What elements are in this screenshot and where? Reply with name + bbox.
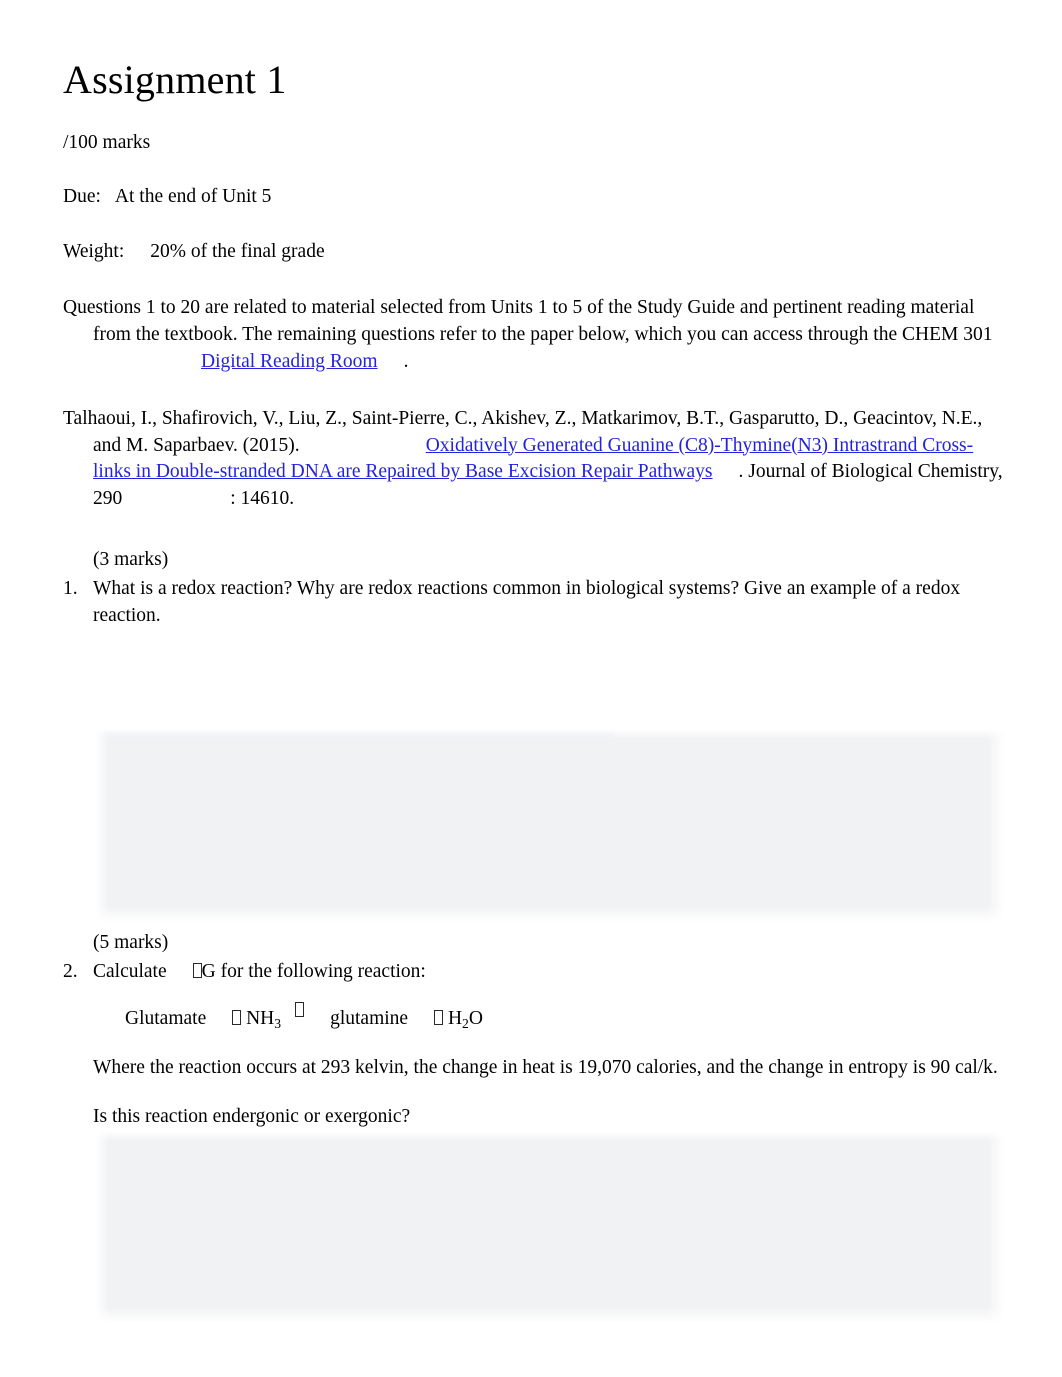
equation-product-1: glutamine: [330, 1007, 409, 1029]
due-value: At the end of Unit 5: [114, 186, 272, 208]
equation-product-2: H: [447, 1007, 463, 1029]
equation-reactant-2: NH: [246, 1007, 275, 1029]
document-page: Assignment 1 /100 marks Due: At the end o…: [0, 0, 1062, 1377]
plus-symbol-missing-glyph-icon: [232, 1009, 242, 1025]
plus-symbol-2-missing-glyph-icon: [434, 1009, 444, 1025]
reaction-arrow-missing-glyph-icon: [295, 1001, 305, 1017]
citation-period: .: [738, 461, 744, 483]
question-2-equation: Glutamate NH3 glutamine H2O: [63, 986, 1005, 1034]
weight-line: Weight: 20% of the final grade: [63, 211, 1005, 265]
equation-product-2-subscript: 2: [462, 1015, 469, 1031]
intro-period: .: [403, 350, 409, 372]
intro-text: Questions 1 to 20 are related to materia…: [63, 296, 993, 345]
due-line: Due: At the end of Unit 5: [63, 156, 1005, 210]
intro-paragraph: Questions 1 to 20 are related to materia…: [63, 265, 1005, 376]
weight-label: Weight:: [63, 240, 125, 262]
question-2-block: (5 marks) 2. Calculate G for the followin…: [63, 930, 1005, 1131]
page-footer: Chemistry 301: Introduction to Biochemis…: [63, 1358, 1005, 1377]
equation-reactant-1: Glutamate: [125, 1007, 207, 1029]
question-1-marks: (3 marks): [93, 549, 169, 571]
citation-pages: : 14610.: [230, 488, 295, 510]
due-label: Due:: [63, 186, 101, 208]
equation-product-2-tail: O: [468, 1007, 483, 1029]
question-2-followup: Is this reaction endergonic or exergonic…: [93, 1106, 411, 1128]
weight-value: 20% of the final grade: [150, 240, 325, 262]
equation-reactant-2-subscript: 3: [274, 1015, 282, 1031]
question-2-conditions: Where the reaction occurs at 293 kelvin,…: [93, 1057, 998, 1079]
question-2-prompt-tail: G for the following reaction:: [201, 960, 426, 982]
question-2-number: 2.: [63, 960, 78, 982]
question-2-prompt: Calculate: [93, 960, 167, 982]
delta-symbol-missing-glyph-icon: [192, 962, 202, 978]
citation-paragraph: Talhaoui, I., Shafirovich, V., Liu, Z., …: [63, 376, 1005, 514]
question-1: 1. What is a redox reaction? Why are red…: [63, 574, 1005, 630]
question-1-text: What is a redox reaction? Why are redox …: [93, 578, 961, 627]
marks-total-line: /100 marks: [63, 132, 151, 153]
document-body: Assignment 1 /100 marks Due: At the end o…: [63, 0, 1005, 630]
answer-field-question-1[interactable]: [95, 729, 1005, 922]
digital-reading-room-link[interactable]: Digital Reading Room: [201, 351, 378, 372]
page-title: Assignment 1: [63, 57, 287, 102]
question-2-marks: (5 marks): [93, 932, 169, 953]
answer-field-question-2[interactable]: [95, 1131, 1005, 1323]
answer-field-header-tint: [95, 729, 614, 738]
question-1-number: 1.: [63, 578, 78, 600]
question-2: 2. Calculate G for the following reaction…: [63, 957, 1005, 986]
